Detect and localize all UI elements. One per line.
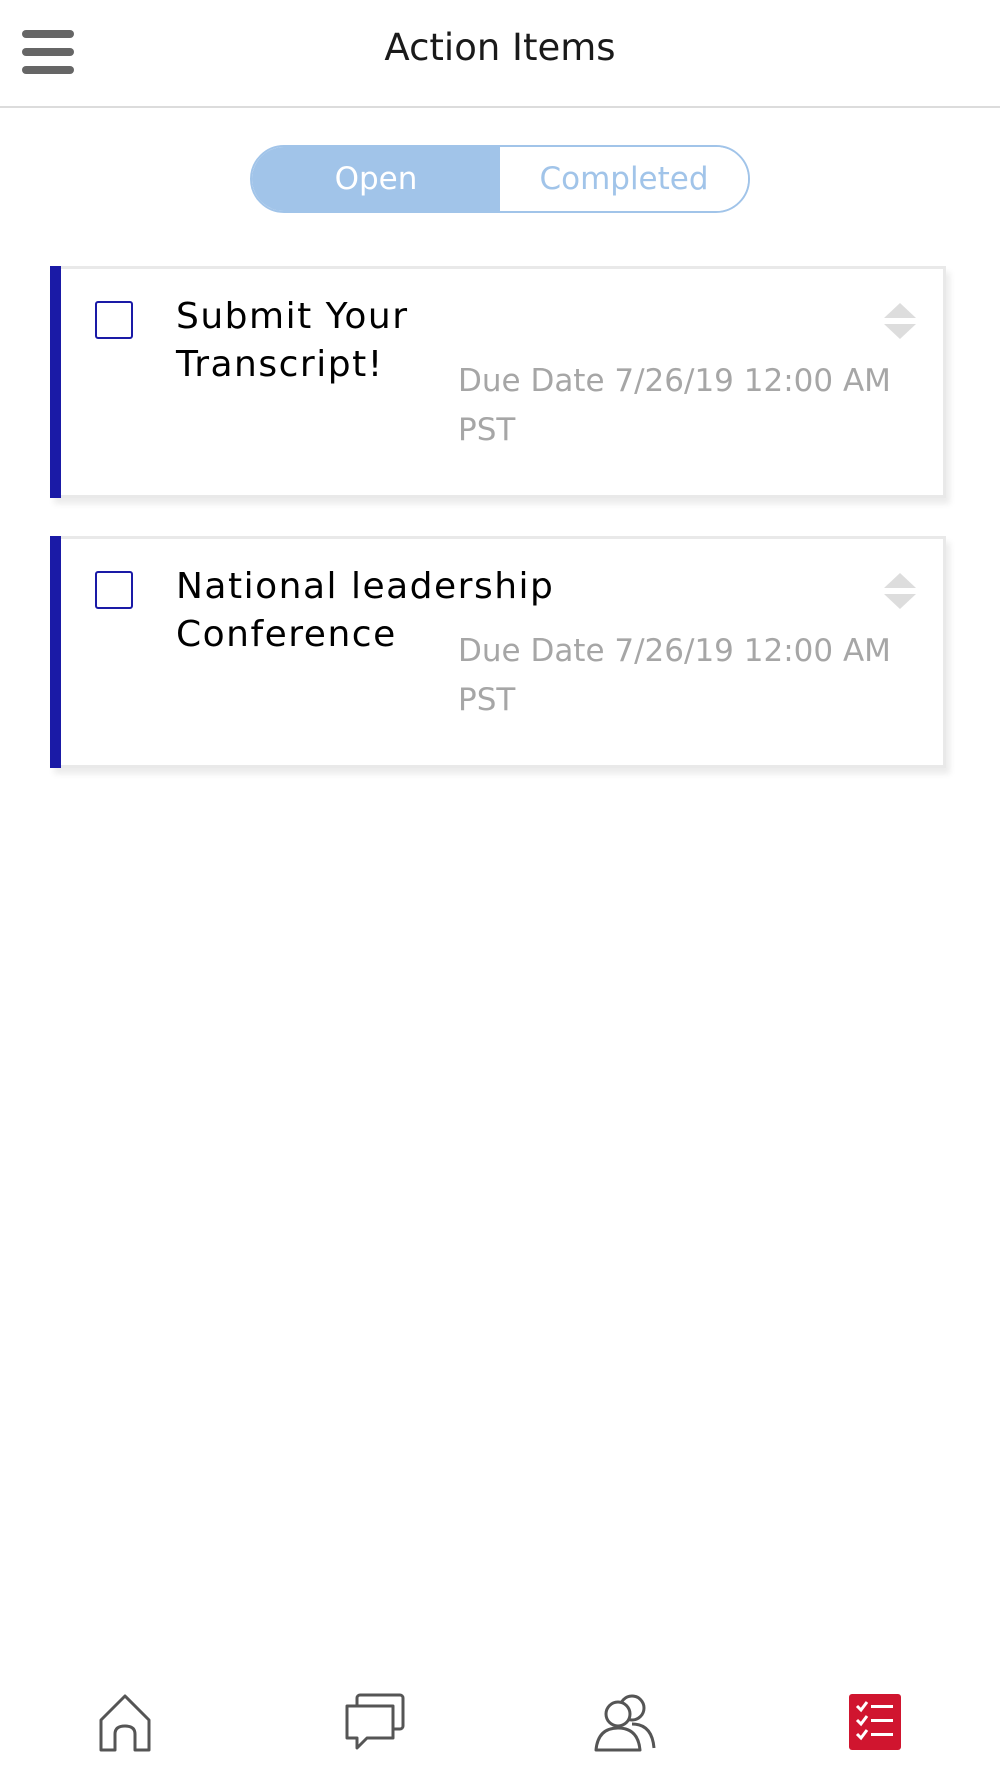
- bottom-navigation: [0, 1660, 1000, 1778]
- due-date-line: Due Date 7/26/19 12:00 AM: [458, 363, 891, 399]
- action-item-due-date: Due Date 7/26/19 12:00 AM PST: [458, 627, 898, 725]
- action-item-due-date: Due Date 7/26/19 12:00 AM PST: [458, 357, 898, 455]
- nav-messages[interactable]: [335, 1682, 415, 1762]
- nav-action-items[interactable]: [835, 1682, 915, 1762]
- due-date-timezone: PST: [458, 682, 516, 718]
- action-item-card[interactable]: National leadership Conference Due Date …: [50, 536, 946, 768]
- card-accent-bar: [50, 266, 61, 498]
- app-root: Action Items Open Completed Submit Your …: [0, 0, 1000, 1778]
- nav-home[interactable]: [85, 1682, 165, 1762]
- chat-icon: [345, 1693, 405, 1750]
- action-item-checkbox[interactable]: [95, 571, 133, 609]
- sort-icon[interactable]: [883, 301, 917, 341]
- action-item-checkbox[interactable]: [95, 301, 133, 339]
- home-icon: [99, 1694, 151, 1752]
- action-item-title-text: Submit Your Transcript!: [176, 296, 409, 385]
- checklist-icon: [849, 1694, 901, 1750]
- sort-icon[interactable]: [883, 571, 917, 611]
- action-item-card[interactable]: Submit Your Transcript! Due Date 7/26/19…: [50, 266, 946, 498]
- people-icon: [594, 1694, 656, 1752]
- tab-completed[interactable]: Completed: [500, 147, 748, 211]
- card-accent-bar: [50, 536, 61, 768]
- nav-people[interactable]: [585, 1682, 665, 1762]
- top-bar: Action Items: [0, 0, 1000, 108]
- due-date-timezone: PST: [458, 412, 516, 448]
- action-item-title-line: National leadership: [176, 566, 555, 607]
- due-date-line: Due Date 7/26/19 12:00 AM: [458, 633, 891, 669]
- status-segmented-control: Open Completed: [250, 145, 750, 213]
- page-title: Action Items: [384, 26, 616, 69]
- tab-open[interactable]: Open: [252, 147, 500, 211]
